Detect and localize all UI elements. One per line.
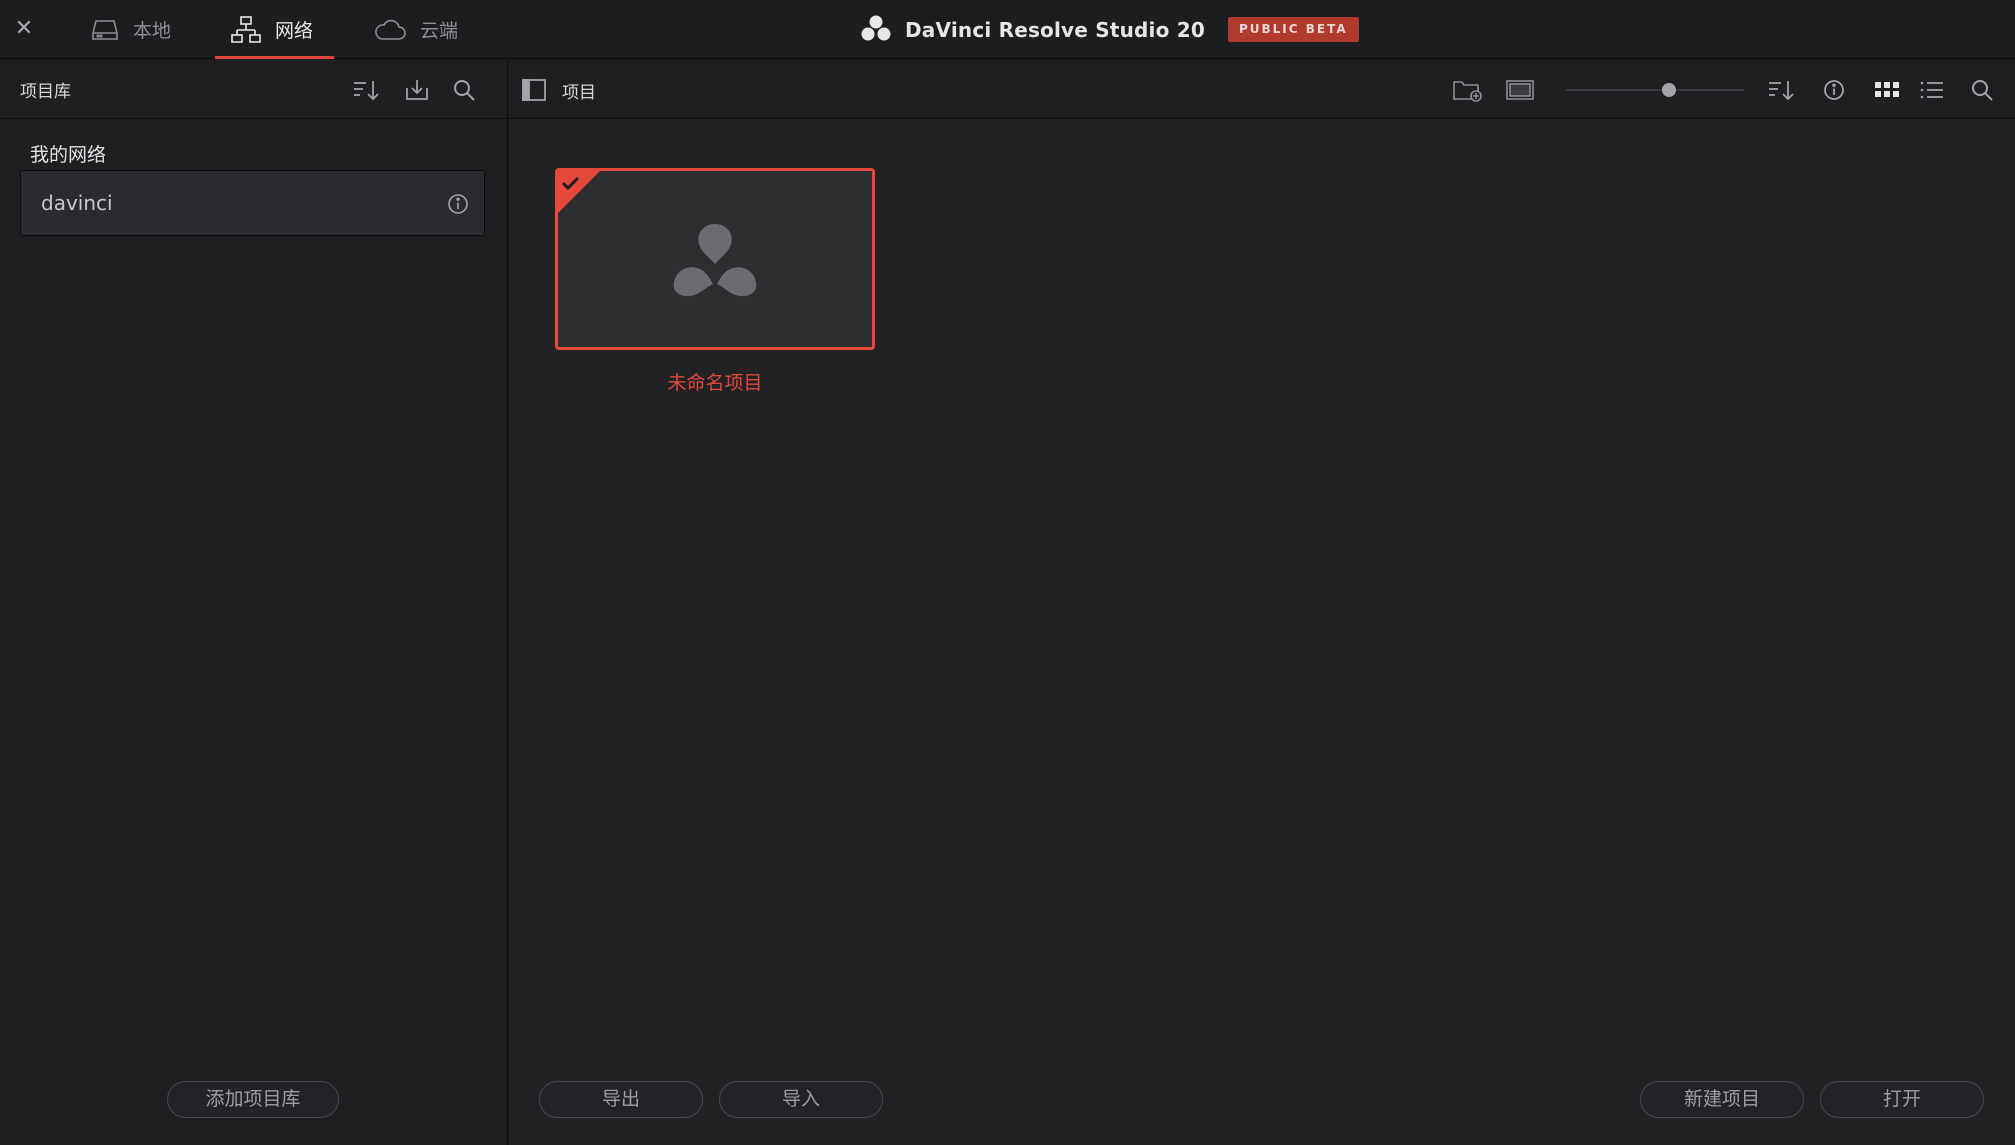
new-folder-icon[interactable] [1453,75,1483,105]
database-item[interactable]: davinci [20,170,485,236]
new-project-button[interactable]: 新建项目 [1640,1081,1804,1118]
project-thumbnail[interactable] [555,168,875,350]
projects-title: 项目 [562,83,596,103]
project-library-panel: 项目库 我的网络 davinci 添加项目库 [0,60,508,1145]
open-button[interactable]: 打开 [1820,1081,1984,1118]
sort-icon[interactable] [352,75,382,105]
tab-cloud[interactable]: 云端 [374,0,458,59]
project-placeholder-logo-icon [672,222,758,302]
davinci-logo-icon [861,14,891,46]
top-bar: ✕ 本地 网络 云端 DaVinci Resolve Studio 20 PUB… [0,0,2015,59]
project-name[interactable]: 未命名项目 [555,368,875,395]
network-icon [231,15,261,44]
export-button[interactable]: 导出 [539,1081,703,1118]
thumbnail-view-icon[interactable] [1505,75,1535,105]
list-view-icon[interactable] [1917,75,1947,105]
sort-projects-icon[interactable] [1767,75,1797,105]
close-icon[interactable]: ✕ [14,16,34,42]
beta-badge: PUBLIC BETA [1227,17,1359,42]
sidebar-toggle-icon[interactable] [519,75,549,105]
tab-network-label: 网络 [275,20,314,42]
section-my-network: 我的网络 [30,144,107,166]
database-name: davinci [41,191,113,215]
add-library-button[interactable]: 添加项目库 [167,1081,339,1118]
search-icon[interactable] [449,75,479,105]
tab-local-label: 本地 [133,20,172,42]
tab-local[interactable]: 本地 [91,0,171,59]
drive-icon [91,18,119,42]
tab-network[interactable]: 网络 [215,0,334,59]
zoom-slider-track[interactable] [1566,89,1744,91]
search-projects-icon[interactable] [1967,75,1997,105]
zoom-slider-handle[interactable] [1662,83,1676,97]
app-title: DaVinci Resolve Studio 20 [905,17,1205,42]
project-info-icon[interactable] [1819,75,1849,105]
selected-check-icon [558,171,600,217]
tab-cloud-label: 云端 [420,20,459,42]
library-title: 项目库 [20,81,71,102]
import-button[interactable]: 导入 [719,1081,883,1118]
import-library-icon[interactable] [402,75,432,105]
info-icon[interactable] [446,192,470,216]
grid-view-icon[interactable] [1872,75,1902,105]
projects-panel: 项目 未命名项目 导出 导入 新建项目 打开 [509,60,2015,1145]
app-brand: DaVinci Resolve Studio 20 PUBLIC BETA [861,0,1359,59]
cloud-icon [374,19,406,41]
